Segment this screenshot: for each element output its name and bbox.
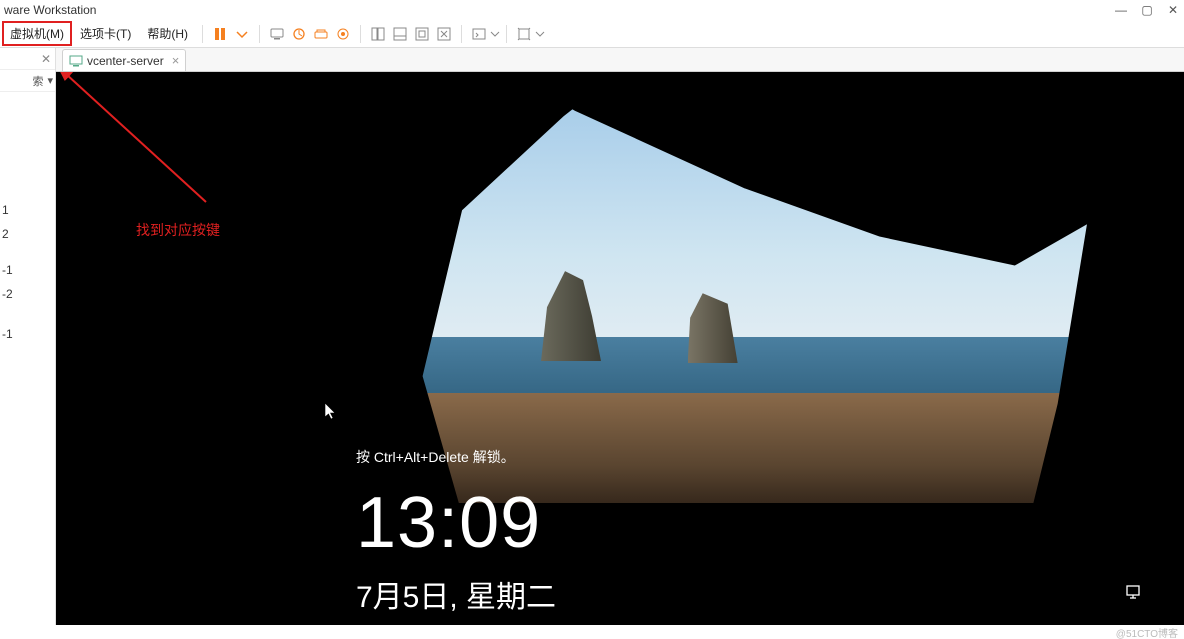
list-item[interactable]: 2 [2,222,53,246]
windows-lock-screen: 按 Ctrl+Alt+Delete 解锁。 13:09 7月5日, 星期二 [56,72,1184,625]
close-button[interactable]: ✕ [1166,3,1180,17]
send-ctrl-alt-del-icon[interactable] [266,23,288,45]
lock-time: 13:09 [356,482,541,564]
separator [360,25,361,43]
view-single-icon[interactable] [367,23,389,45]
menu-vm[interactable]: 虚拟机(M) [2,21,72,46]
view-split-icon[interactable] [389,23,411,45]
console-icon[interactable] [468,23,490,45]
vm-icon [69,54,83,68]
sidebar-tree: 1 2 -1 -2 -1 [0,92,55,352]
sidebar: ✕ 索 ▾ 1 2 -1 -2 -1 [0,48,56,625]
titlebar: ware Workstation — ▢ ✕ [0,0,1184,20]
tab-label: vcenter-server [87,54,164,68]
mouse-cursor-icon [324,402,338,422]
unlock-hint: 按 Ctrl+Alt+Delete 解锁。 [356,447,515,467]
tab-vcenter-server[interactable]: vcenter-server × [62,49,186,71]
stretch-icon[interactable] [513,23,535,45]
pause-button[interactable] [209,23,231,45]
window-controls: — ▢ ✕ [1114,3,1180,17]
list-item[interactable]: -1 [2,322,53,346]
snapshot-manager-icon[interactable] [310,23,332,45]
unity-icon[interactable] [411,23,433,45]
separator [202,25,203,43]
dropdown-icon[interactable] [231,23,253,45]
main-area: vcenter-server × 按 Ctrl+Alt+Delete 解锁。 1… [56,48,1184,625]
list-item[interactable]: -1 [2,258,53,282]
separator [259,25,260,43]
menu-tabs[interactable]: 选项卡(T) [72,21,139,46]
list-item[interactable]: 1 [2,198,53,222]
menu-help[interactable]: 帮助(H) [139,21,196,46]
snapshot-icon[interactable] [288,23,310,45]
separator [461,25,462,43]
bg-cave [56,503,1184,625]
vm-console-view[interactable]: 按 Ctrl+Alt+Delete 解锁。 13:09 7月5日, 星期二 找到… [56,72,1184,625]
network-icon[interactable] [1124,582,1144,605]
revert-icon[interactable] [332,23,354,45]
dropdown-icon[interactable] [490,23,500,45]
dropdown-icon[interactable] [535,23,545,45]
tabs-row: vcenter-server × [56,48,1184,72]
tab-close-icon[interactable]: × [168,53,180,68]
watermark: @51CTO博客 [0,625,1184,639]
sidebar-header: ✕ [0,48,55,70]
sidebar-search[interactable]: 索 ▾ [0,70,55,92]
app-title: ware Workstation [4,3,96,17]
list-item[interactable]: -2 [2,282,53,306]
fullscreen-icon[interactable] [433,23,455,45]
minimize-button[interactable]: — [1114,3,1128,17]
annotation-label: 找到对应按键 [136,220,220,240]
menubar: 虚拟机(M) 选项卡(T) 帮助(H) [0,20,1184,48]
search-label: 索 [32,73,43,89]
sidebar-close-icon[interactable]: ✕ [41,52,51,66]
separator [506,25,507,43]
maximize-button[interactable]: ▢ [1140,3,1154,17]
lock-date: 7月5日, 星期二 [356,572,556,616]
